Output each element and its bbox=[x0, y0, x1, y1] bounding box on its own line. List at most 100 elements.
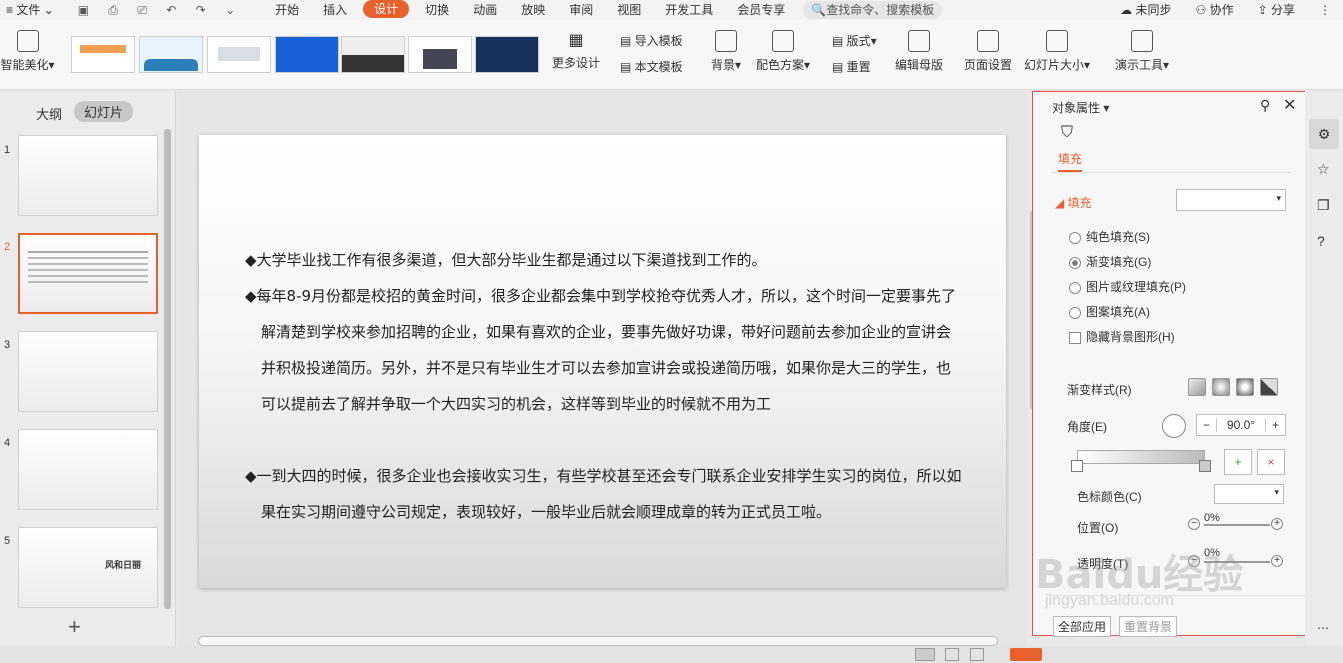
position-slider[interactable] bbox=[1204, 524, 1270, 526]
slide-canvas[interactable]: ◆大学毕业找工作有很多渠道，但大部分毕业生都是通过以下渠道找到工作的。 ◆每年8… bbox=[199, 135, 1006, 588]
position-value: 0% bbox=[1204, 512, 1220, 524]
delete-stop-icon[interactable]: × bbox=[1257, 449, 1285, 475]
smart-beautify-button[interactable]: 智能美化▾ bbox=[0, 30, 55, 73]
gradient-stop-right[interactable] bbox=[1199, 460, 1211, 472]
properties-icon[interactable]: ⚙ bbox=[1309, 119, 1339, 149]
tab-slides[interactable]: 幻灯片 bbox=[74, 101, 134, 122]
plus-icon[interactable]: + bbox=[1265, 418, 1285, 432]
share-button[interactable]: ⇪ 分享 bbox=[1246, 0, 1307, 20]
watermark-url: jingyan.baidu.com bbox=[1045, 592, 1174, 609]
tab-5[interactable]: 放映 bbox=[509, 0, 557, 20]
fill-color-dropdown[interactable]: ▾ bbox=[1176, 189, 1286, 211]
this-template-button[interactable]: ▤ 本文模板 bbox=[620, 58, 683, 75]
slide-paragraph[interactable]: ◆每年8-9月份都是校招的黄金时间，很多企业都会集中到学校抢夺优秀人才，所以，这… bbox=[245, 278, 965, 422]
checkbox-label: 隐藏背景图形(H) bbox=[1086, 330, 1175, 344]
page-setup-button[interactable]: 页面设置 bbox=[962, 30, 1014, 73]
canvas-hscroll[interactable] bbox=[198, 636, 998, 646]
path-gradient-icon[interactable] bbox=[1260, 378, 1278, 396]
slide-thumb-3[interactable] bbox=[18, 331, 158, 412]
normal-view-button[interactable] bbox=[915, 648, 935, 661]
color-scheme-button[interactable]: 配色方案▾ bbox=[754, 30, 812, 73]
plus-icon[interactable]: + bbox=[1271, 518, 1283, 530]
fill-section-header[interactable]: ◢ 填充 bbox=[1055, 194, 1092, 211]
slide-thumb-2[interactable] bbox=[18, 233, 158, 314]
add-slide-button[interactable]: + bbox=[68, 614, 81, 640]
slide-thumb-4[interactable] bbox=[18, 429, 158, 510]
chevron-down-icon: ▾ bbox=[1274, 487, 1279, 497]
background-button[interactable]: 背景▾ bbox=[706, 30, 746, 73]
angle-dial[interactable] bbox=[1162, 414, 1186, 438]
more-icon[interactable]: ⋮ bbox=[1307, 0, 1343, 20]
gradient-bar[interactable] bbox=[1077, 450, 1205, 464]
angle-stepper[interactable]: − 90.0° + bbox=[1196, 414, 1286, 436]
tab-7[interactable]: 视图 bbox=[605, 0, 653, 20]
slide-size-label: 幻灯片大小 bbox=[1023, 58, 1084, 72]
radial-gradient-icon[interactable] bbox=[1212, 378, 1230, 396]
layout-button[interactable]: ▤ 版式▾ bbox=[832, 32, 877, 49]
sync-button[interactable]: ☁ 未同步 bbox=[1108, 0, 1183, 20]
hide-background-checkbox[interactable]: 隐藏背景图形(H) bbox=[1069, 328, 1175, 345]
reset-background-button[interactable]: 重置背景 bbox=[1119, 616, 1178, 637]
close-icon[interactable]: ✕ bbox=[1283, 95, 1296, 115]
reading-view-button[interactable] bbox=[970, 648, 984, 661]
tab-3[interactable]: 切换 bbox=[413, 0, 461, 20]
animation-icon[interactable]: ❐ bbox=[1317, 197, 1330, 214]
tab-outline[interactable]: 大纲 bbox=[36, 104, 62, 123]
slide-thumb-1[interactable] bbox=[18, 135, 158, 216]
template-thumb-2[interactable] bbox=[139, 36, 203, 73]
search-box[interactable]: 🔍查找命令、搜索模板 bbox=[803, 1, 943, 19]
template-thumb-7[interactable] bbox=[475, 36, 539, 73]
right-sidebar: ⚙ ☆ ❐ ? ⋯ bbox=[1305, 91, 1343, 646]
add-stop-icon[interactable]: + bbox=[1224, 449, 1252, 475]
template-thumb-5[interactable] bbox=[341, 36, 405, 73]
pin-icon[interactable]: ⚲ bbox=[1260, 97, 1270, 114]
rect-gradient-icon[interactable] bbox=[1236, 378, 1254, 396]
quick-access-icons[interactable]: ▣ ⎙ ⎚ ↶ ↷ ⌄ bbox=[66, 0, 255, 20]
menu-bar: ≡ 文件 ⌄ ▣ ⎙ ⎚ ↶ ↷ ⌄ 开始 插入 设计 切换 动画 放映 审阅 视图 开发工具会… bbox=[0, 0, 1343, 20]
apply-all-button[interactable]: 全部应用 bbox=[1053, 616, 1112, 637]
linear-gradient-icon[interactable] bbox=[1188, 378, 1206, 396]
panel-title[interactable]: 对象属性 ▾ bbox=[1052, 99, 1109, 116]
plus-icon[interactable]: + bbox=[1271, 555, 1283, 567]
template-thumb-1[interactable] bbox=[71, 36, 135, 73]
slide-thumb-5[interactable]: 风和日丽 bbox=[18, 527, 158, 608]
radio-pattern-fill[interactable]: 图案填充(A) bbox=[1069, 303, 1150, 320]
radio-gradient-fill[interactable]: 渐变填充(G) bbox=[1069, 253, 1151, 270]
slide-number: 5 bbox=[4, 535, 11, 547]
slide-paragraph[interactable]: ◆大学毕业找工作有很多渠道，但大部分毕业生都是通过以下渠道找到工作的。 bbox=[245, 242, 965, 278]
radio-picture-fill[interactable]: 图片或纹理填充(P) bbox=[1069, 278, 1186, 295]
minus-icon[interactable]: − bbox=[1197, 418, 1217, 432]
tab-1[interactable]: 插入 bbox=[311, 0, 359, 20]
tab-2[interactable]: 设计 bbox=[363, 0, 410, 18]
minus-icon[interactable]: − bbox=[1188, 518, 1200, 530]
template-thumb-4[interactable] bbox=[275, 36, 339, 73]
edit-master-button[interactable]: 编辑母版 bbox=[893, 30, 945, 73]
radio-solid-fill[interactable]: 纯色填充(S) bbox=[1069, 228, 1150, 245]
status-bar bbox=[0, 646, 1343, 663]
tab-fill[interactable]: 填充 bbox=[1058, 150, 1083, 172]
file-menu[interactable]: ≡ 文件 ⌄ bbox=[0, 0, 66, 20]
tab-9[interactable]: 会员专享 bbox=[725, 0, 797, 20]
tab-0[interactable]: 开始 bbox=[263, 0, 311, 20]
more-design-button[interactable]: ▦ 更多设计 bbox=[548, 30, 604, 71]
slide-size-button[interactable]: 幻灯片大小▾ bbox=[1022, 30, 1092, 73]
play-slideshow-button[interactable] bbox=[1010, 648, 1042, 661]
template-thumb-6[interactable] bbox=[408, 36, 472, 73]
more-icon[interactable]: ⋯ bbox=[1317, 621, 1329, 635]
gradient-stop-left[interactable] bbox=[1071, 460, 1083, 472]
collab-button[interactable]: ⚇ 协作 bbox=[1183, 0, 1245, 20]
import-template-button[interactable]: ▤ 导入模板 bbox=[620, 32, 683, 49]
presentation-tools-button[interactable]: 演示工具▾ bbox=[1112, 30, 1172, 73]
tab-4[interactable]: 动画 bbox=[461, 0, 509, 20]
slide-paragraph[interactable]: ◆一到大四的时候，很多企业也会接收实习生，有些学校甚至还会专门联系企业安排学生实… bbox=[245, 458, 965, 530]
reset-button[interactable]: ▤ 重置 bbox=[832, 58, 871, 75]
slides-scrollbar[interactable] bbox=[164, 129, 171, 609]
star-icon[interactable]: ☆ bbox=[1317, 161, 1330, 178]
tab-8[interactable]: 开发工具 bbox=[653, 0, 725, 20]
help-icon[interactable]: ? bbox=[1317, 233, 1325, 249]
stop-color-dropdown[interactable]: ▾ bbox=[1214, 484, 1284, 504]
angle-value[interactable]: 90.0° bbox=[1217, 418, 1265, 432]
sorter-view-button[interactable] bbox=[945, 648, 959, 661]
template-thumb-3[interactable] bbox=[207, 36, 271, 73]
tab-6[interactable]: 审阅 bbox=[557, 0, 605, 20]
